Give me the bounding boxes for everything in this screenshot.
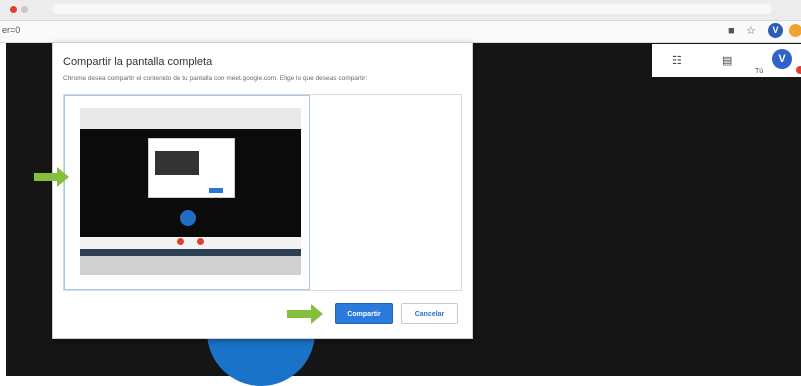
source-picker [63,94,462,291]
dialog-description: Chrome desea compartir el contenido de t… [63,75,368,82]
screen-preview-image [80,108,301,275]
tab-bar-strip [52,4,772,14]
camera-icon[interactable]: ■ [728,25,735,37]
tab-close-icon[interactable] [21,6,28,13]
share-button[interactable]: Compartir [335,303,393,324]
cancel-button[interactable]: Cancelar [401,303,458,324]
address-bar[interactable]: er=0 ■ ☆ [0,21,801,43]
url-text: er=0 [2,25,21,35]
profile-avatar[interactable]: V [768,23,783,38]
tab-favicon-icon [10,6,17,13]
empty-source-slot [311,95,461,290]
recording-indicator-icon [796,66,801,74]
star-icon[interactable]: ☆ [746,25,756,37]
screen-source-thumbnail[interactable] [64,95,310,290]
self-avatar: V [772,49,792,69]
people-icon[interactable]: ☷ [672,54,682,67]
share-screen-dialog: Compartir la pantalla completa Chrome de… [52,42,473,339]
update-alert-icon[interactable] [789,24,801,37]
self-label: Tú [755,68,764,75]
dialog-title: Compartir la pantalla completa [63,56,213,68]
browser-tab-strip [0,0,801,21]
chat-icon[interactable]: ▤ [722,54,732,67]
